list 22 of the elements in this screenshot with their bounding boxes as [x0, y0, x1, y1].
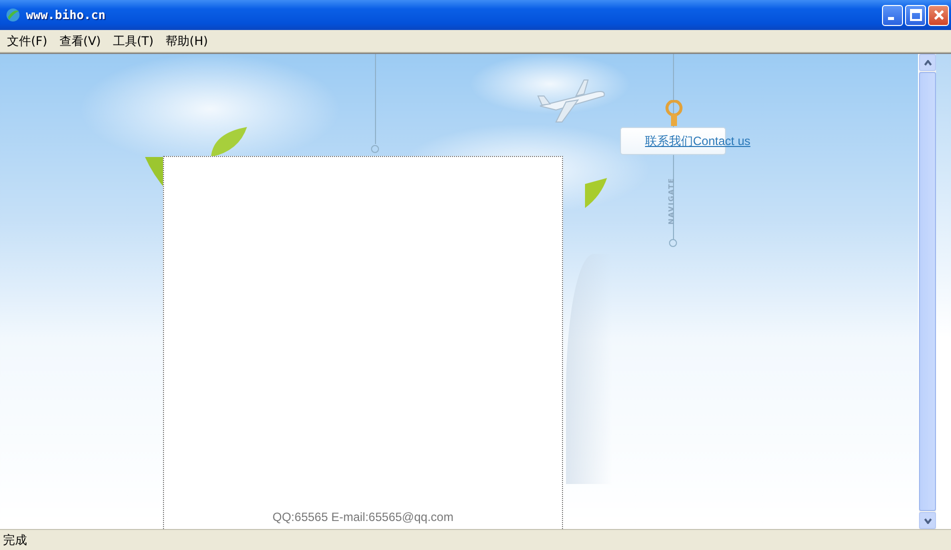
- caret-up-icon: [924, 60, 932, 66]
- key-icon: [664, 100, 684, 126]
- leaf-icon: [583, 178, 607, 208]
- globe-icon: [5, 7, 21, 23]
- menu-item[interactable]: 文件(F): [7, 32, 48, 50]
- window-title: www.biho.cn: [26, 8, 106, 22]
- scroll-down-button[interactable]: [919, 512, 936, 529]
- caret-down-icon: [924, 518, 932, 524]
- scroll-up-button[interactable]: [919, 54, 936, 71]
- status-text: 完成: [3, 532, 27, 548]
- maximize-button[interactable]: [905, 4, 926, 26]
- minimize-icon: [888, 17, 894, 20]
- close-icon: [932, 9, 944, 21]
- minimize-button[interactable]: [882, 4, 903, 26]
- close-button[interactable]: [928, 4, 949, 26]
- contact-info-text: QQ:65565 E-mail:65565@qq.com: [272, 510, 454, 524]
- menu-item[interactable]: 查看(V): [59, 32, 101, 50]
- leaf-icon: [209, 125, 249, 157]
- menu-item[interactable]: 帮助(H): [166, 32, 208, 50]
- menu-item[interactable]: 工具(T): [112, 32, 154, 50]
- maximize-icon: [910, 9, 922, 21]
- contact-link[interactable]: 联系我们Contact us: [645, 133, 750, 150]
